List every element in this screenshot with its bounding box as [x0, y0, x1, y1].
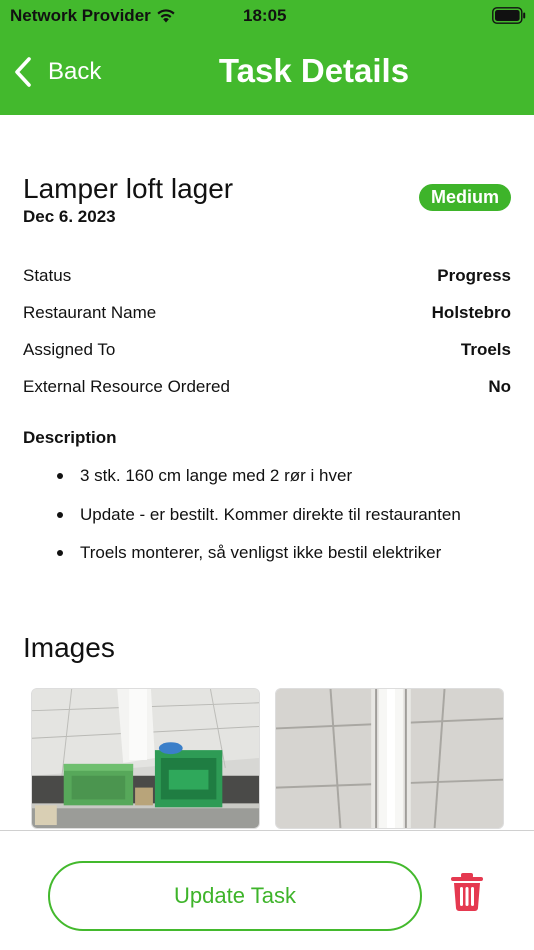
description-heading: Description — [23, 428, 117, 447]
status-bar: Network Provider 18:05 — [0, 0, 534, 32]
detail-value: Holstebro — [431, 303, 511, 322]
detail-label: Status — [23, 266, 72, 285]
network-provider: Network Provider — [10, 6, 151, 25]
storage-shelf-photo — [32, 689, 259, 828]
page-title: Task Details — [218, 52, 410, 89]
detail-label: Assigned To — [23, 340, 116, 359]
detail-label: Restaurant Name — [23, 303, 157, 322]
trash-icon[interactable] — [450, 873, 484, 911]
detail-label: External Resource Ordered — [23, 377, 230, 396]
detail-value: Troels — [460, 340, 511, 359]
task-image-thumbnail[interactable] — [31, 688, 260, 829]
detail-row-restaurant: Restaurant Name Holstebro — [23, 301, 511, 325]
detail-value: No — [488, 377, 511, 396]
description-list: 3 stk. 160 cm lange med 2 rør i hver Upd… — [57, 464, 461, 580]
action-footer: Update Task — [0, 830, 534, 950]
task-image-thumbnail[interactable] — [275, 688, 504, 829]
description-item: Update - er bestilt. Kommer direkte til … — [57, 503, 461, 542]
update-task-button[interactable]: Update Task — [48, 861, 422, 931]
ceiling-lamp-photo — [276, 689, 503, 828]
app-header: Network Provider 18:05 Back Task Details — [0, 0, 534, 115]
task-title: Lamper loft lager — [23, 173, 234, 204]
priority-badge: Medium — [418, 184, 511, 211]
status-time: 18:05 — [243, 6, 287, 25]
images-heading: Images — [23, 632, 115, 663]
battery-icon — [492, 7, 526, 24]
task-date: Dec 6. 2023 — [23, 207, 116, 226]
detail-row-external-resource: External Resource Ordered No — [23, 375, 511, 399]
description-item: 3 stk. 160 cm lange med 2 rør i hver — [57, 464, 461, 503]
detail-row-assigned: Assigned To Troels — [23, 338, 511, 362]
detail-value: Progress — [437, 266, 511, 285]
detail-row-status: Status Progress — [23, 264, 511, 288]
description-item: Troels monterer, så venligst ikke bestil… — [57, 541, 461, 580]
wifi-icon — [157, 9, 175, 23]
